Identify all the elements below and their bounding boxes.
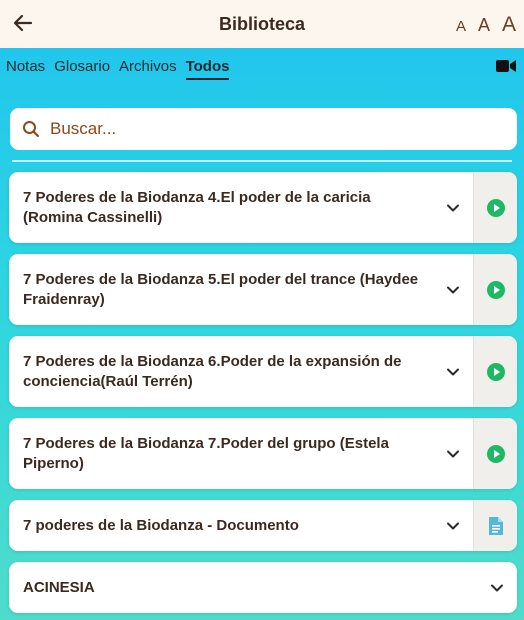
list-item-title: ACINESIA bbox=[23, 578, 95, 596]
video-button[interactable] bbox=[496, 59, 516, 75]
arrow-left-icon bbox=[13, 14, 33, 32]
tab-bar: Notas Glosario Archivos Todos bbox=[6, 58, 516, 84]
list-item-expand[interactable]: 7 Poderes de la Biodanza 5.El poder del … bbox=[9, 254, 473, 325]
document-icon bbox=[488, 516, 503, 535]
list-item-expand[interactable]: 7 Poderes de la Biodanza 4.El poder de l… bbox=[9, 172, 473, 243]
chevron-down-icon[interactable] bbox=[445, 446, 461, 462]
play-circle-icon bbox=[486, 362, 505, 381]
chevron-down-icon[interactable] bbox=[489, 580, 505, 596]
font-size-large-button[interactable]: A bbox=[502, 14, 516, 35]
play-button[interactable] bbox=[473, 336, 517, 407]
list-item-title: 7 Poderes de la Biodanza 6.Poder de la e… bbox=[23, 352, 402, 390]
list-item-title: 7 Poderes de la Biodanza 5.El poder del … bbox=[23, 270, 419, 308]
list-item-expand[interactable]: 7 poderes de la Biodanza - Documento bbox=[9, 500, 473, 551]
document-button[interactable] bbox=[473, 500, 517, 551]
chevron-down-icon[interactable] bbox=[445, 282, 461, 298]
list-item: 7 Poderes de la Biodanza 4.El poder de l… bbox=[9, 172, 517, 243]
back-button[interactable] bbox=[11, 11, 35, 35]
font-size-small-button[interactable]: A bbox=[456, 19, 466, 34]
play-button[interactable] bbox=[473, 172, 517, 243]
play-button[interactable] bbox=[473, 254, 517, 325]
list-item-title: 7 poderes de la Biodanza - Documento bbox=[23, 516, 299, 534]
chevron-down-icon[interactable] bbox=[445, 364, 461, 380]
tab-glosario[interactable]: Glosario bbox=[54, 58, 110, 78]
list-item: ACINESIA bbox=[9, 562, 517, 613]
chevron-down-icon[interactable] bbox=[445, 518, 461, 534]
tab-notas[interactable]: Notas bbox=[6, 58, 45, 78]
list-item: 7 poderes de la Biodanza - Documento bbox=[9, 500, 517, 551]
video-camera-icon bbox=[496, 60, 516, 72]
list-item-expand[interactable]: 7 Poderes de la Biodanza 6.Poder de la e… bbox=[9, 336, 473, 407]
list-item-expand[interactable]: 7 Poderes de la Biodanza 7.Poder del gru… bbox=[9, 418, 473, 489]
tab-archivos[interactable]: Archivos bbox=[119, 58, 177, 78]
list-item: 7 Poderes de la Biodanza 6.Poder de la e… bbox=[9, 336, 517, 407]
search-bar bbox=[10, 108, 517, 150]
list-item: 7 Poderes de la Biodanza 7.Poder del gru… bbox=[9, 418, 517, 489]
page-title: Biblioteca bbox=[218, 13, 306, 34]
divider bbox=[12, 160, 512, 162]
list-item-expand[interactable]: ACINESIA bbox=[9, 562, 517, 613]
chevron-down-icon[interactable] bbox=[445, 200, 461, 216]
font-size-controls: A A A bbox=[456, 0, 516, 48]
search-input[interactable] bbox=[50, 119, 490, 139]
list-item: 7 Poderes de la Biodanza 5.El poder del … bbox=[9, 254, 517, 325]
font-size-medium-button[interactable]: A bbox=[478, 16, 490, 34]
play-circle-icon bbox=[486, 198, 505, 217]
app-bar: Biblioteca A A A bbox=[0, 0, 524, 48]
list-item-title: 7 Poderes de la Biodanza 7.Poder del gru… bbox=[23, 434, 389, 472]
play-button[interactable] bbox=[473, 418, 517, 489]
play-circle-icon bbox=[486, 280, 505, 299]
tab-todos[interactable]: Todos bbox=[185, 58, 230, 80]
search-icon bbox=[23, 121, 40, 138]
list-item-title: 7 Poderes de la Biodanza 4.El poder de l… bbox=[23, 188, 371, 226]
play-circle-icon bbox=[486, 444, 505, 463]
